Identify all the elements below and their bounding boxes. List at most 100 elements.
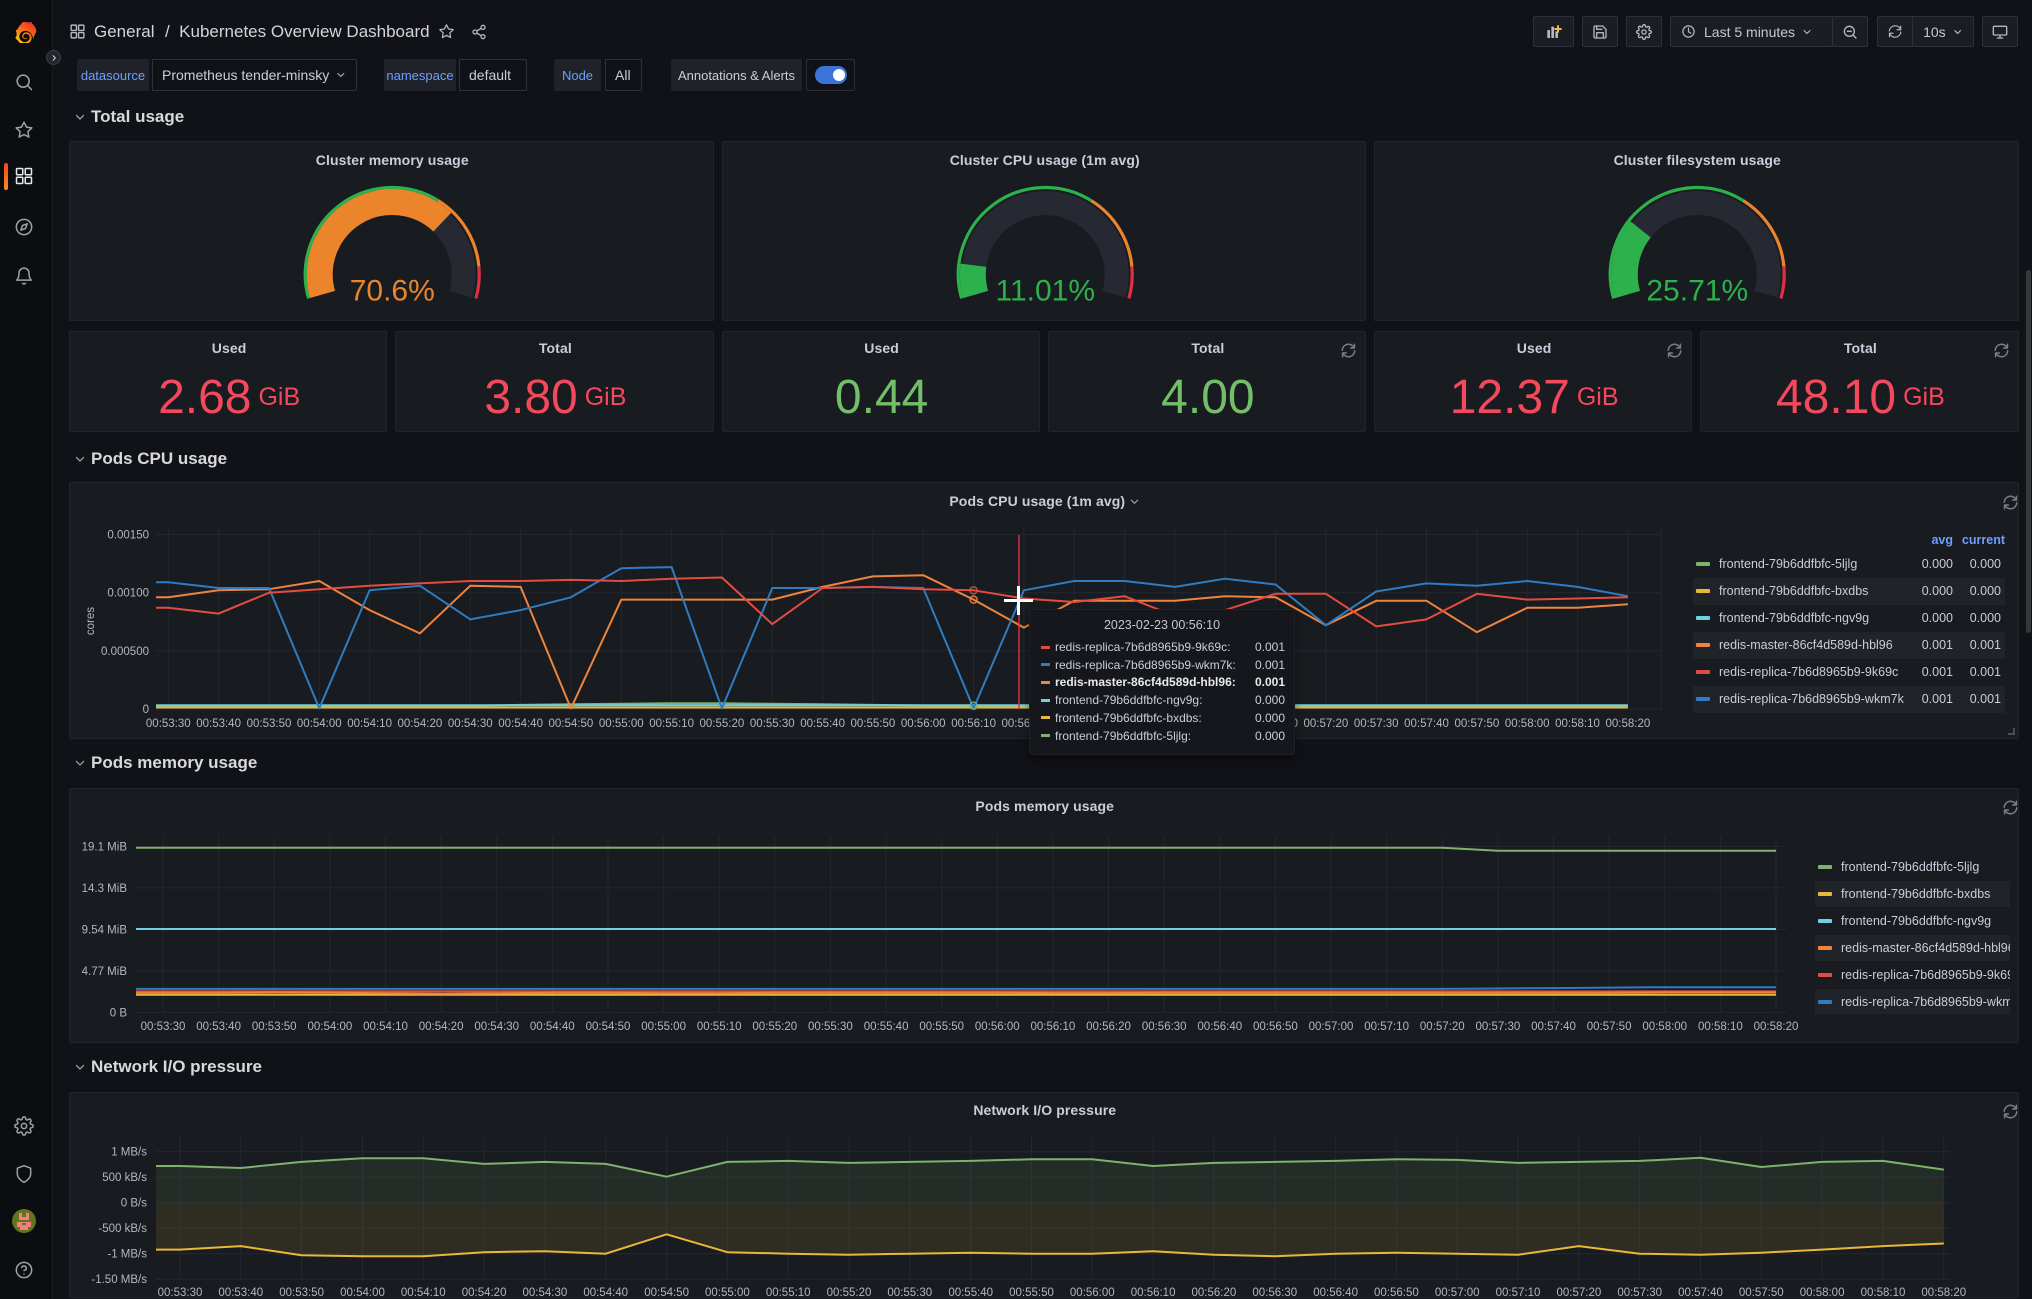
svg-text:00:56:10: 00:56:10 <box>1031 1021 1076 1033</box>
svg-text:00:55:20: 00:55:20 <box>752 1021 797 1033</box>
svg-text:00:55:00: 00:55:00 <box>641 1021 686 1033</box>
svg-text:00:53:40: 00:53:40 <box>218 1287 263 1299</box>
svg-text:00:58:20: 00:58:20 <box>1754 1021 1799 1033</box>
svg-text:00:57:10: 00:57:10 <box>1496 1287 1541 1299</box>
svg-text:00:55:30: 00:55:30 <box>887 1287 932 1299</box>
svg-text:00:56:10: 00:56:10 <box>1131 1287 1176 1299</box>
svg-text:00:55:40: 00:55:40 <box>800 718 845 730</box>
svg-text:00:55:00: 00:55:00 <box>599 718 644 730</box>
svg-text:00:55:00: 00:55:00 <box>705 1287 750 1299</box>
svg-text:00:55:30: 00:55:30 <box>750 718 795 730</box>
svg-text:70.6%: 70.6% <box>350 275 435 308</box>
svg-text:00:57:50: 00:57:50 <box>1739 1287 1784 1299</box>
svg-text:11.01%: 11.01% <box>995 275 1095 308</box>
svg-text:00:55:40: 00:55:40 <box>864 1021 909 1033</box>
svg-text:00:56:30: 00:56:30 <box>1142 1021 1187 1033</box>
svg-text:00:57:20: 00:57:20 <box>1420 1021 1465 1033</box>
svg-text:0.000500: 0.000500 <box>101 646 149 658</box>
svg-text:00:55:10: 00:55:10 <box>649 718 694 730</box>
svg-text:00:53:40: 00:53:40 <box>196 718 241 730</box>
svg-text:00:55:10: 00:55:10 <box>766 1287 811 1299</box>
svg-text:00:58:00: 00:58:00 <box>1800 1287 1845 1299</box>
svg-text:00:57:30: 00:57:30 <box>1617 1287 1662 1299</box>
svg-text:00:55:50: 00:55:50 <box>919 1021 964 1033</box>
svg-text:0: 0 <box>143 704 149 716</box>
svg-text:00:53:30: 00:53:30 <box>146 718 191 730</box>
svg-text:00:57:00: 00:57:00 <box>1309 1021 1354 1033</box>
svg-text:00:57:50: 00:57:50 <box>1455 718 1500 730</box>
svg-text:00:57:20: 00:57:20 <box>1557 1287 1602 1299</box>
svg-text:00:55:50: 00:55:50 <box>1009 1287 1054 1299</box>
svg-text:00:56:10: 00:56:10 <box>951 718 996 730</box>
svg-text:00:58:10: 00:58:10 <box>1555 718 1600 730</box>
svg-text:00:56:20: 00:56:20 <box>1086 1021 1131 1033</box>
svg-text:0 B/s: 0 B/s <box>121 1197 147 1209</box>
svg-text:00:53:50: 00:53:50 <box>279 1287 324 1299</box>
svg-text:0.00150: 0.00150 <box>107 530 149 542</box>
svg-text:25.71%: 25.71% <box>1646 275 1748 308</box>
svg-text:cores: cores <box>85 607 97 635</box>
svg-text:00:56:50: 00:56:50 <box>1253 1021 1298 1033</box>
svg-text:00:56:20: 00:56:20 <box>1192 1287 1237 1299</box>
svg-text:0.00100: 0.00100 <box>107 588 149 600</box>
svg-text:00:58:00: 00:58:00 <box>1505 718 1550 730</box>
svg-text:00:54:50: 00:54:50 <box>586 1021 631 1033</box>
svg-text:00:57:30: 00:57:30 <box>1354 718 1399 730</box>
svg-text:00:54:00: 00:54:00 <box>297 718 342 730</box>
svg-text:00:53:50: 00:53:50 <box>252 1021 297 1033</box>
svg-text:00:54:30: 00:54:30 <box>523 1287 568 1299</box>
svg-text:00:58:20: 00:58:20 <box>1606 718 1651 730</box>
svg-text:00:54:10: 00:54:10 <box>363 1021 408 1033</box>
svg-text:00:55:30: 00:55:30 <box>808 1021 853 1033</box>
svg-text:00:56:50: 00:56:50 <box>1374 1287 1419 1299</box>
svg-text:00:56:00: 00:56:00 <box>975 1021 1020 1033</box>
svg-text:00:54:30: 00:54:30 <box>474 1021 519 1033</box>
svg-text:00:54:00: 00:54:00 <box>340 1287 385 1299</box>
svg-text:00:57:40: 00:57:40 <box>1531 1021 1576 1033</box>
svg-text:00:54:50: 00:54:50 <box>644 1287 689 1299</box>
svg-text:00:55:40: 00:55:40 <box>948 1287 993 1299</box>
svg-text:00:57:30: 00:57:30 <box>1476 1021 1521 1033</box>
svg-text:00:57:20: 00:57:20 <box>1304 718 1349 730</box>
svg-text:00:57:50: 00:57:50 <box>1587 1021 1632 1033</box>
svg-text:00:55:20: 00:55:20 <box>827 1287 872 1299</box>
svg-text:00:57:40: 00:57:40 <box>1404 718 1449 730</box>
svg-text:00:57:10: 00:57:10 <box>1364 1021 1409 1033</box>
svg-text:-1.50 MB/s: -1.50 MB/s <box>91 1274 147 1286</box>
svg-text:1 MB/s: 1 MB/s <box>111 1146 147 1158</box>
svg-text:00:53:40: 00:53:40 <box>196 1021 241 1033</box>
svg-text:00:54:00: 00:54:00 <box>308 1021 353 1033</box>
svg-text:00:56:00: 00:56:00 <box>901 718 946 730</box>
svg-text:00:54:10: 00:54:10 <box>401 1287 446 1299</box>
svg-text:-1 MB/s: -1 MB/s <box>107 1248 147 1260</box>
svg-text:00:56:00: 00:56:00 <box>1070 1287 1115 1299</box>
svg-text:00:56:40: 00:56:40 <box>1197 1021 1242 1033</box>
svg-text:4.77 MiB: 4.77 MiB <box>82 965 128 977</box>
svg-text:00:57:00: 00:57:00 <box>1435 1287 1480 1299</box>
svg-text:00:57:40: 00:57:40 <box>1678 1287 1723 1299</box>
svg-text:500 kB/s: 500 kB/s <box>102 1172 147 1184</box>
svg-text:00:55:10: 00:55:10 <box>697 1021 742 1033</box>
svg-text:00:56:40: 00:56:40 <box>1313 1287 1358 1299</box>
svg-text:00:53:30: 00:53:30 <box>141 1021 186 1033</box>
svg-text:00:54:40: 00:54:40 <box>583 1287 628 1299</box>
svg-text:00:55:50: 00:55:50 <box>851 718 896 730</box>
svg-text:00:53:30: 00:53:30 <box>158 1287 203 1299</box>
svg-text:00:54:50: 00:54:50 <box>549 718 594 730</box>
svg-text:0 B: 0 B <box>110 1007 128 1019</box>
svg-text:00:56:30: 00:56:30 <box>1252 1287 1297 1299</box>
svg-text:00:58:10: 00:58:10 <box>1698 1021 1743 1033</box>
svg-text:00:54:20: 00:54:20 <box>419 1021 464 1033</box>
svg-text:00:55:20: 00:55:20 <box>700 718 745 730</box>
svg-text:00:54:10: 00:54:10 <box>347 718 392 730</box>
svg-text:9.54 MiB: 9.54 MiB <box>82 924 128 936</box>
svg-text:00:54:40: 00:54:40 <box>498 718 543 730</box>
svg-text:00:54:20: 00:54:20 <box>462 1287 507 1299</box>
svg-text:19.1 MiB: 19.1 MiB <box>82 841 128 853</box>
svg-text:00:54:40: 00:54:40 <box>530 1021 575 1033</box>
svg-text:00:53:50: 00:53:50 <box>247 718 292 730</box>
svg-text:-500 kB/s: -500 kB/s <box>98 1223 147 1235</box>
svg-text:00:58:00: 00:58:00 <box>1642 1021 1687 1033</box>
svg-text:00:58:10: 00:58:10 <box>1861 1287 1906 1299</box>
svg-text:00:54:20: 00:54:20 <box>398 718 443 730</box>
